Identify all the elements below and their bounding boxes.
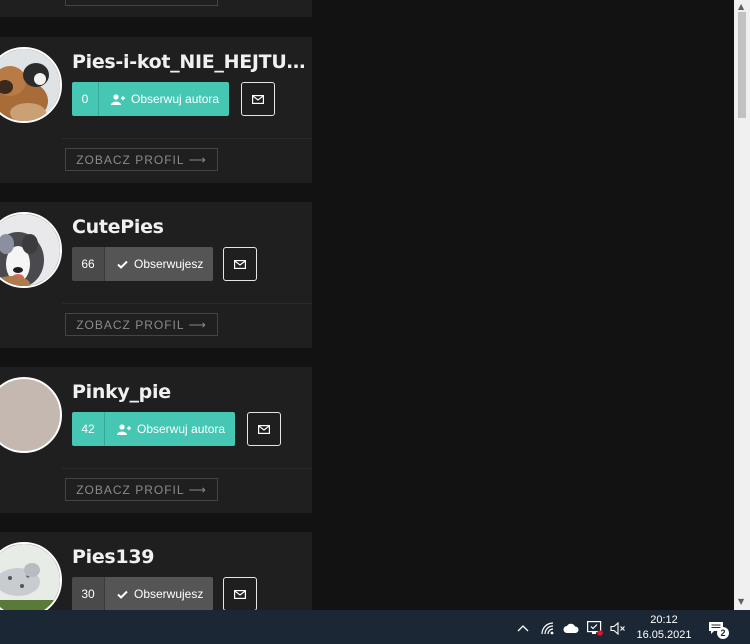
scroll-up-icon[interactable]: ▲ [738,2,744,11]
card-divider [62,303,312,304]
taskbar: 20:12 16.05.2021 2 [0,610,750,644]
follow-button[interactable]: Obserwuj autora [105,412,236,446]
view-profile-button[interactable]: ZOBACZ PROFIL ⟶ [65,313,218,336]
envelope-icon [234,589,246,599]
view-profile-button[interactable]: ZOBACZ PROFIL ⟶ [65,148,218,171]
clock-date: 16.05.2021 [636,629,692,641]
follower-count: 66 [72,247,105,281]
avatar[interactable] [0,47,62,123]
follow-button-group[interactable]: 0 Obserwuj autora [72,82,230,116]
author-name[interactable]: Pinky_pie [72,381,308,403]
following-label: Obserwujesz [134,587,204,601]
wifi-icon[interactable] [540,620,556,636]
follower-count: 42 [72,412,105,446]
user-plus-icon [117,423,131,435]
follow-button[interactable]: Obserwuj autora [99,82,230,116]
follow-button-group[interactable]: 42 Obserwuj autora [72,412,236,446]
unfollow-button[interactable]: Obserwujesz [105,577,214,610]
message-button[interactable] [247,412,281,446]
author-card: CutePies 66 Obserwujesz ZOBACZ PROFIL ⟶ [0,202,312,348]
envelope-icon [252,94,264,104]
notification-count-badge: 2 [717,627,729,639]
user-plus-icon [111,93,125,105]
arrow-right-icon: ⟶ [188,317,207,332]
envelope-icon [234,259,246,269]
scrollbar-thumb[interactable] [738,12,746,118]
avatar[interactable] [0,212,62,288]
follow-label: Obserwuj autora [131,92,220,106]
defender-icon[interactable] [587,620,603,636]
avatar[interactable] [0,542,62,610]
card-divider [62,138,312,139]
follower-count: 0 [72,82,99,116]
scroll-down-icon[interactable]: ▼ [738,597,744,606]
vertical-scrollbar[interactable]: ▲ ▼ [734,0,750,610]
avatar[interactable] [0,377,62,453]
message-button[interactable] [223,247,257,281]
cloud-icon[interactable] [563,620,579,636]
author-card: Pies-i-kot_NIE_HEJTUJ_... 0 Obserwuj aut… [0,37,312,183]
chevron-up-icon[interactable] [515,620,531,636]
author-name[interactable]: Pies139 [72,546,308,568]
follow-button-group[interactable]: 30 Obserwujesz [72,577,214,610]
view-profile-button[interactable] [65,0,218,6]
message-button[interactable] [241,82,275,116]
message-button[interactable] [223,577,257,610]
follow-button-group[interactable]: 66 Obserwujesz [72,247,214,281]
view-profile-label: ZOBACZ PROFIL [76,152,185,167]
following-label: Obserwujesz [134,257,204,271]
author-card: Pinky_pie 42 Obserwuj autora ZOBACZ PROF… [0,367,312,513]
follow-label: Obserwuj autora [137,422,226,436]
follower-count: 30 [72,577,105,610]
view-profile-label: ZOBACZ PROFIL [76,317,185,332]
arrow-right-icon: ⟶ [188,152,207,167]
view-profile-button[interactable]: ZOBACZ PROFIL ⟶ [65,478,218,501]
author-card: Pies139 30 Obserwujesz [0,532,312,610]
author-name[interactable]: CutePies [72,216,308,238]
check-icon [117,590,128,599]
volume-muted-icon[interactable] [610,620,626,636]
unfollow-button[interactable]: Obserwujesz [105,247,214,281]
partial-card [0,0,312,17]
envelope-icon [258,424,270,434]
arrow-right-icon: ⟶ [188,482,207,497]
page: Pies-i-kot_NIE_HEJTUJ_... 0 Obserwuj aut… [0,0,734,610]
system-clock[interactable]: 20:12 16.05.2021 [636,613,692,643]
card-divider [62,468,312,469]
author-name[interactable]: Pies-i-kot_NIE_HEJTUJ_... [72,51,308,73]
view-profile-label: ZOBACZ PROFIL [76,482,185,497]
check-icon [117,260,128,269]
clock-time: 20:12 [650,614,678,626]
